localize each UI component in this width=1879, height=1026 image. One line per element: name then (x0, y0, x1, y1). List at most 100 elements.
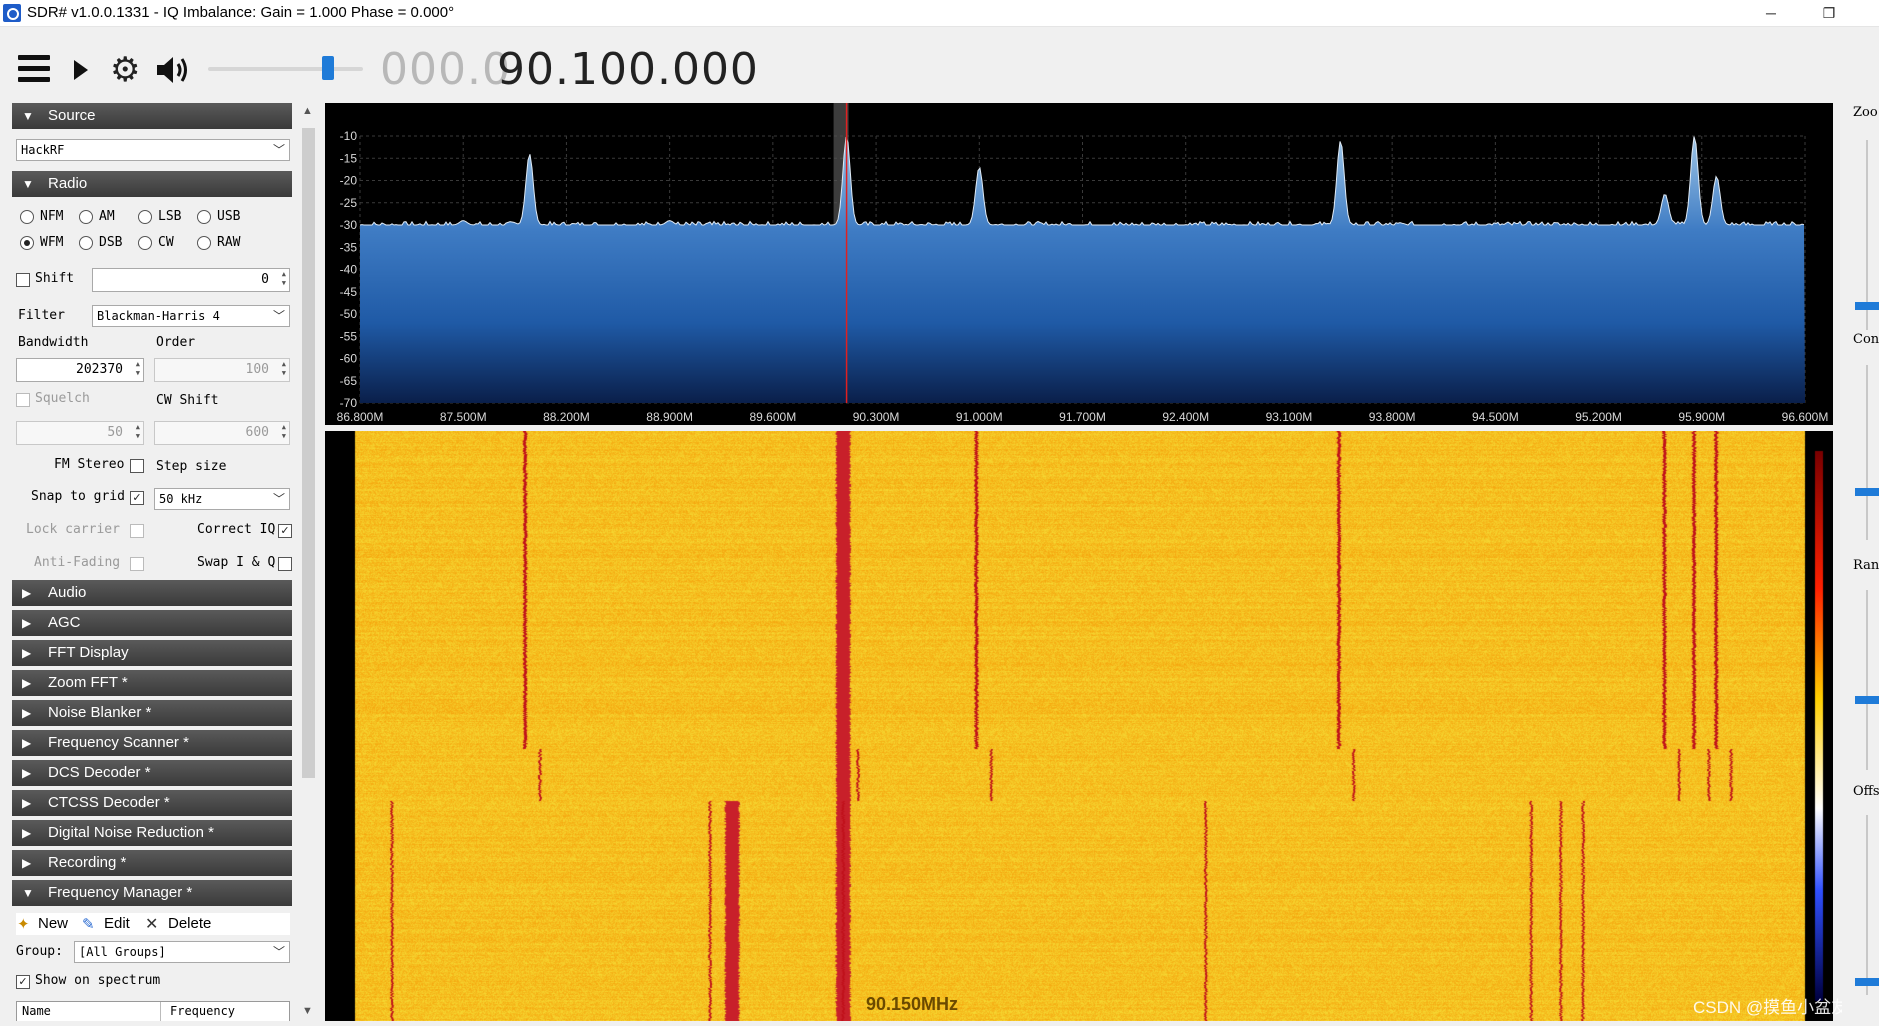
contrast-slider-thumb[interactable] (1855, 488, 1879, 496)
swap-iq-checkbox[interactable] (278, 557, 292, 571)
range-slider[interactable] (1866, 590, 1868, 770)
section-recording[interactable]: ▶ Recording * (12, 850, 292, 876)
spectrum-plot[interactable]: -10-15-20-25-30-35-40-45-50-55-60-65-708… (325, 103, 1833, 425)
spinner-arrows-icon: ▲ ▼ (281, 423, 286, 440)
show-on-spectrum-label: Show on spectrum (35, 973, 161, 988)
scroll-down-icon[interactable]: ▼ (302, 1005, 313, 1017)
shift-checkbox[interactable] (16, 273, 30, 287)
mode-lsb-radio[interactable] (138, 210, 152, 224)
mode-dsb-radio[interactable] (79, 236, 93, 250)
cw-shift-spinner[interactable]: 600 ▲ ▼ (154, 421, 290, 445)
waterfall-canvas[interactable] (325, 431, 1833, 1021)
step-size-label: Step size (156, 459, 227, 474)
mode-lsb-label: LSB (158, 209, 182, 224)
edit-button[interactable]: Edit (104, 915, 130, 932)
x-tick-label: 95.900M (1678, 410, 1725, 424)
filter-select[interactable]: Blackman-Harris 4 ﹀ (92, 305, 290, 327)
squelch-label: Squelch (35, 391, 90, 406)
y-tick-label: -60 (340, 352, 358, 366)
delete-icon[interactable]: ✕ (145, 914, 158, 934)
section-frequency-scanner[interactable]: ▶ Frequency Scanner * (12, 730, 292, 756)
group-select[interactable]: [All Groups] ﹀ (74, 941, 290, 963)
column-header-frequency[interactable]: Frequency (170, 1004, 235, 1018)
mode-usb-label: USB (217, 209, 241, 224)
contrast-slider[interactable] (1866, 365, 1868, 540)
section-ctcss-decoder[interactable]: ▶ CTCSS Decoder * (12, 790, 292, 816)
scroll-up-icon[interactable]: ▲ (302, 105, 313, 117)
section-dcs-decoder[interactable]: ▶ DCS Decoder * (12, 760, 292, 786)
edit-icon[interactable]: ✎ (82, 915, 95, 933)
mode-wfm-label: WFM (40, 235, 64, 250)
step-size-select[interactable]: 50 kHz ﹀ (154, 488, 290, 510)
shift-value: 0 (261, 272, 269, 287)
control-panel-scrollbar-thumb[interactable] (302, 128, 315, 778)
show-on-spectrum-checkbox[interactable]: ✓ (16, 975, 30, 989)
section-agc[interactable]: ▶ AGC (12, 610, 292, 636)
fm-stereo-checkbox[interactable] (130, 459, 144, 473)
mode-nfm-radio[interactable] (20, 210, 34, 224)
volume-slider[interactable] (208, 67, 363, 71)
anti-fading-label: Anti-Fading (34, 555, 121, 570)
bandwidth-spinner[interactable]: 202370 ▲ ▼ (16, 358, 144, 382)
speaker-icon[interactable] (155, 53, 193, 87)
column-header-name[interactable]: Name (22, 1004, 51, 1018)
mode-cw-radio[interactable] (138, 236, 152, 250)
filter-value: Blackman-Harris 4 (97, 309, 220, 323)
order-spinner[interactable]: 100 ▲ ▼ (154, 358, 290, 382)
offset-slider[interactable] (1866, 815, 1868, 995)
spectrum-analyzer[interactable]: -10 -15 -20 -25 -30 -35 -40 -45 -50 -55 -60 -65 -70 8… (325, 103, 1833, 425)
section-zoom-fft[interactable]: ▶ Zoom FFT * (12, 670, 292, 696)
section-frequency-manager[interactable]: ▼ Frequency Manager * (12, 880, 292, 906)
section-noise-blanker[interactable]: ▶ Noise Blanker * (12, 700, 292, 726)
correct-iq-checkbox[interactable]: ✓ (278, 524, 292, 538)
section-fft-display[interactable]: ▶ FFT Display (12, 640, 292, 666)
squelch-spinner[interactable]: 50 ▲ ▼ (16, 421, 144, 445)
section-source[interactable]: ▼ Source (12, 103, 292, 129)
zoom-slider-thumb[interactable] (1855, 302, 1879, 310)
anti-fading-checkbox[interactable] (130, 557, 144, 571)
x-tick-label: 94.500M (1472, 410, 1519, 424)
hamburger-menu-icon[interactable] (18, 55, 50, 83)
section-digital-noise-reduction[interactable]: ▶ Digital Noise Reduction * (12, 820, 292, 846)
x-tick-label: 93.100M (1266, 410, 1313, 424)
x-tick-label: 88.900M (646, 410, 693, 424)
shift-spinner[interactable]: 0 ▲ ▼ (92, 268, 290, 292)
section-audio[interactable]: ▶ Audio (12, 580, 292, 606)
section-noise-blanker-label: Noise Blanker * (48, 704, 152, 721)
new-icon[interactable]: ✦ (17, 915, 30, 933)
frequency-display-leading[interactable]: 000.0 (380, 44, 511, 95)
volume-slider-thumb[interactable] (322, 56, 334, 80)
delete-button[interactable]: Delete (168, 915, 211, 932)
step-size-value: 50 kHz (159, 492, 203, 506)
range-label: Rang (1853, 558, 1879, 573)
section-digital-noise-reduction-label: Digital Noise Reduction * (48, 824, 214, 841)
mode-cw-label: CW (158, 235, 174, 250)
mode-am-radio[interactable] (79, 210, 93, 224)
order-value: 100 (245, 362, 269, 377)
frequency-display[interactable]: 90.100.000 (497, 44, 759, 95)
offset-slider-thumb[interactable] (1855, 978, 1879, 986)
section-dcs-decoder-label: DCS Decoder * (48, 764, 151, 781)
new-button[interactable]: New (38, 915, 68, 932)
lock-carrier-checkbox[interactable] (130, 524, 144, 538)
y-tick-label: -65 (340, 374, 358, 388)
waterfall-display[interactable] (325, 431, 1833, 1021)
x-tick-label: 93.800M (1369, 410, 1416, 424)
section-zoom-fft-label: Zoom FFT * (48, 674, 128, 691)
snap-to-grid-checkbox[interactable]: ✓ (130, 491, 144, 505)
gear-icon[interactable]: ⚙ (110, 53, 140, 87)
mode-usb-radio[interactable] (197, 210, 211, 224)
group-label: Group: (16, 944, 63, 959)
source-device-select[interactable]: HackRF ﹀ (16, 139, 290, 161)
play-icon[interactable] (74, 60, 88, 80)
section-radio[interactable]: ▼ Radio (12, 171, 292, 197)
mode-wfm-radio[interactable] (20, 236, 34, 250)
maximize-button[interactable]: ❐ (1809, 2, 1849, 24)
y-tick-label: -35 (340, 240, 358, 254)
mode-dsb-label: DSB (99, 235, 123, 250)
minimize-button[interactable]: ─ (1751, 2, 1791, 24)
mode-raw-radio[interactable] (197, 236, 211, 250)
x-tick-label: 91.000M (956, 410, 1003, 424)
squelch-checkbox[interactable] (16, 393, 30, 407)
range-slider-thumb[interactable] (1855, 696, 1879, 704)
